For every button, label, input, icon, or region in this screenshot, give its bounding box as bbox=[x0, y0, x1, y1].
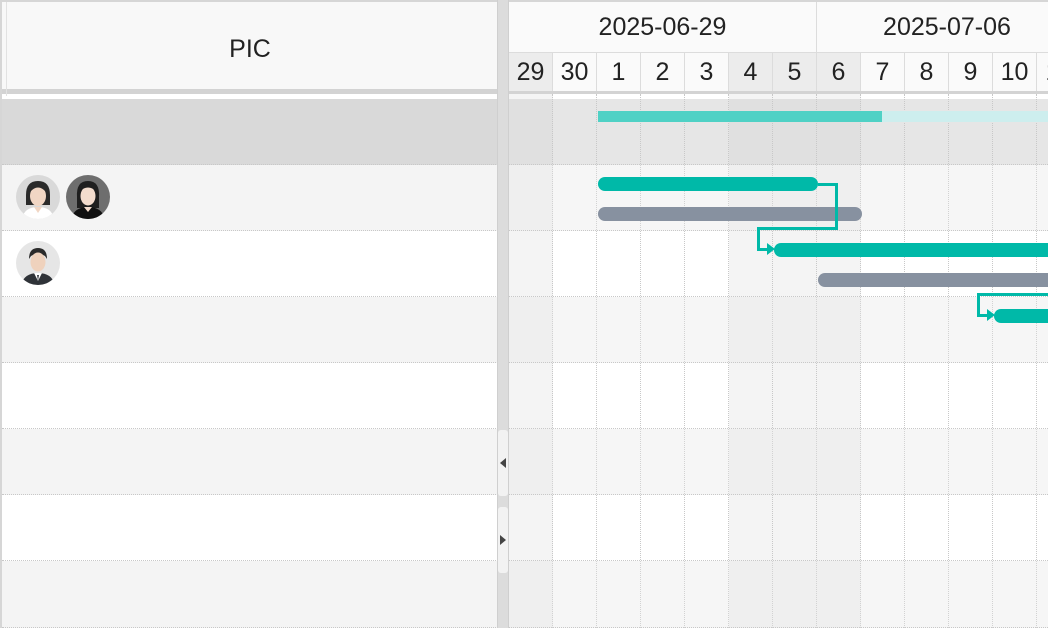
day-header: 11 bbox=[1037, 52, 1048, 91]
grid-row[interactable] bbox=[2, 561, 498, 628]
task-bar[interactable] bbox=[994, 309, 1048, 323]
task-bar[interactable] bbox=[774, 243, 1048, 257]
dependency-link[interactable] bbox=[835, 183, 838, 230]
day-header: 30 bbox=[553, 52, 597, 91]
timeline-header: 2025-06-29 2025-07-06 29 30 1 2 3 4 5 6 … bbox=[509, 0, 1048, 94]
day-header: 6 bbox=[817, 52, 861, 91]
caret-left-icon bbox=[500, 458, 506, 468]
timeline-row bbox=[509, 495, 1048, 561]
day-header: 2 bbox=[641, 52, 685, 91]
baseline-bar[interactable] bbox=[818, 273, 1048, 287]
dependency-link[interactable] bbox=[757, 227, 838, 230]
day-header: 4 bbox=[729, 52, 773, 91]
day-header: 7 bbox=[861, 52, 905, 91]
grid-row[interactable] bbox=[2, 165, 498, 231]
day-header: 8 bbox=[905, 52, 949, 91]
day-header: 10 bbox=[993, 52, 1037, 91]
day-header: 3 bbox=[685, 52, 729, 91]
day-header: 29 bbox=[509, 52, 553, 91]
group-remaining-bar[interactable] bbox=[882, 111, 1048, 122]
timeline-row bbox=[509, 363, 1048, 429]
group-progress-bar[interactable] bbox=[598, 111, 882, 122]
grid-row[interactable] bbox=[2, 231, 498, 297]
timeline-row-group bbox=[509, 99, 1048, 165]
timeline-row bbox=[509, 561, 1048, 628]
timeline-body bbox=[509, 94, 1048, 628]
day-header: 9 bbox=[949, 52, 993, 91]
timeline-row bbox=[509, 231, 1048, 297]
timeline-row bbox=[509, 165, 1048, 231]
day-header: 5 bbox=[773, 52, 817, 91]
collapse-left-handle[interactable] bbox=[498, 430, 508, 496]
dependency-link[interactable] bbox=[977, 293, 1048, 296]
baseline-bar[interactable] bbox=[598, 207, 862, 221]
pane-splitter[interactable] bbox=[497, 0, 509, 628]
task-bar[interactable] bbox=[598, 177, 818, 191]
grid-row[interactable] bbox=[2, 429, 498, 495]
gantt-timeline: 2025-06-29 2025-07-06 29 30 1 2 3 4 5 6 … bbox=[509, 0, 1048, 628]
expand-right-handle[interactable] bbox=[498, 507, 508, 573]
task-grid: PIC bbox=[0, 0, 498, 628]
grid-header: PIC bbox=[2, 0, 498, 96]
week-header: 2025-07-06 bbox=[883, 13, 1011, 41]
grid-row[interactable] bbox=[2, 297, 498, 363]
woman-avatar[interactable] bbox=[16, 175, 60, 219]
timeline-row bbox=[509, 429, 1048, 495]
pic-column-header[interactable]: PIC bbox=[2, 35, 498, 64]
caret-right-icon bbox=[500, 535, 506, 545]
grid-row[interactable] bbox=[2, 363, 498, 429]
grid-row-group[interactable] bbox=[2, 99, 498, 165]
woman-avatar-2[interactable] bbox=[66, 175, 110, 219]
grid-row[interactable] bbox=[2, 495, 498, 561]
man-avatar[interactable] bbox=[16, 241, 60, 285]
week-header: 2025-06-29 bbox=[509, 2, 817, 52]
timeline-row bbox=[509, 297, 1048, 363]
day-header: 1 bbox=[597, 52, 641, 91]
